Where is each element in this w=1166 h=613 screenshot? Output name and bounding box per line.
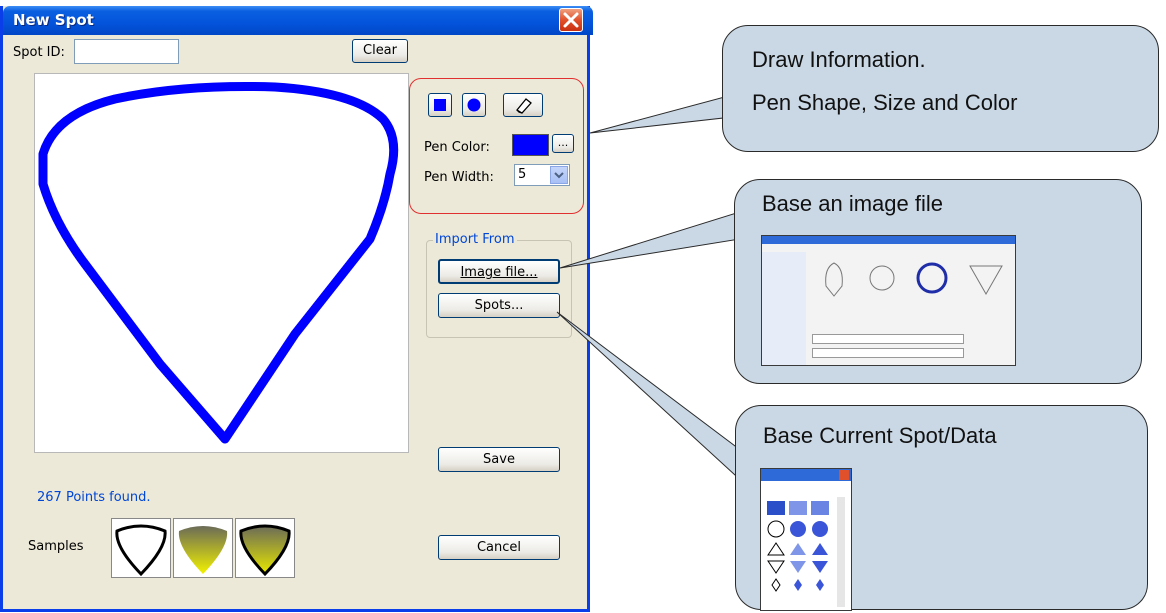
spot-shape-grid: [767, 497, 845, 607]
callout-base-current-spot: Base Current Spot/Data: [735, 405, 1148, 611]
base-image-title: Base an image file: [762, 191, 943, 216]
import-spot-dialog-preview: [760, 468, 852, 611]
shape-thumbnails: [825, 262, 1003, 297]
draw-info-title: Draw Information.: [752, 47, 926, 72]
base-spot-title: Base Current Spot/Data: [763, 423, 997, 448]
callout-base-image: Base an image file: [734, 179, 1142, 384]
callout-draw-information: Draw Information. Pen Shape, Size and Co…: [722, 25, 1159, 152]
draw-info-subtitle: Pen Shape, Size and Color: [752, 90, 1018, 115]
open-file-dialog-preview: [761, 235, 1016, 366]
